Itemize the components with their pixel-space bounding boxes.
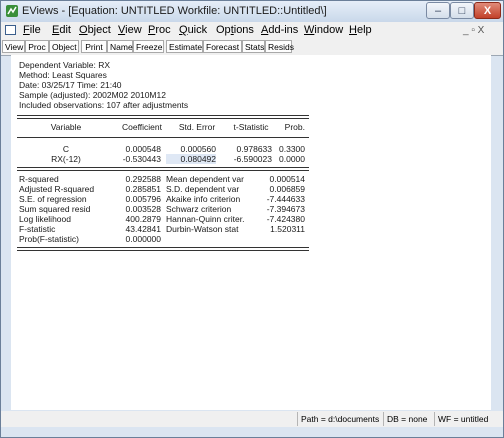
menu-file[interactable]: File — [23, 24, 41, 36]
coef-row-t-statistic: 0.978633 — [236, 144, 272, 154]
dependent-variable-line: Dependent Variable: RX — [19, 60, 111, 70]
stat-label: Hannan-Quinn criter. — [166, 214, 245, 224]
table-top-rule — [17, 115, 309, 119]
toolbar-resids-button[interactable]: Resids — [265, 40, 294, 53]
window-title: EViews - [Equation: UNTITLED Workfile: U… — [22, 5, 327, 17]
stat-value: 0.285851 — [125, 184, 161, 194]
stat-value: 1.520311 — [270, 224, 305, 234]
stat-label: Sum squared resid — [19, 204, 91, 214]
col-header-std-error: Std. Error — [178, 122, 216, 132]
menu-add-ins[interactable]: Add-ins — [261, 24, 298, 36]
stat-value: 0.292588 — [125, 174, 161, 184]
stat-label: Adjusted R-squared — [19, 184, 95, 194]
eviews-window: EViews - [Equation: UNTITLED Workfile: U… — [0, 0, 504, 438]
minimize-button[interactable]: – — [426, 2, 450, 19]
stat-value: 0.000000 — [125, 234, 161, 244]
table-mid-rule — [17, 167, 309, 171]
date-time-line: Date: 03/25/17 Time: 21:40 — [19, 80, 122, 90]
stat-label: Log likelihood — [19, 214, 71, 224]
menu-options[interactable]: Options — [216, 24, 254, 36]
stat-label: S.E. of regression — [19, 194, 87, 204]
sample-line: Sample (adjusted): 2002M02 2010M12 — [19, 90, 166, 100]
toolbar-freeze-button[interactable]: Freeze — [133, 40, 164, 53]
stat-label: Durbin-Watson stat — [166, 224, 239, 234]
close-button[interactable]: X — [474, 2, 501, 19]
toolbar-stats-button[interactable]: Stats — [242, 40, 265, 53]
toolbar-view-button[interactable]: View — [2, 40, 25, 53]
equation-toolbar: View Proc Object Print Name Freeze Estim… — [1, 39, 503, 56]
status-workfile: WF = untitled — [434, 412, 503, 426]
coef-row-std-error: 0.000560 — [180, 144, 216, 154]
table-bottom-rule — [17, 247, 309, 251]
stat-value: 0.005796 — [125, 194, 161, 204]
toolbar-name-button[interactable]: Name — [107, 40, 133, 53]
stat-label: Schwarz criterion — [166, 204, 232, 214]
method-line: Method: Least Squares — [19, 70, 107, 80]
window-bottom-border — [1, 427, 503, 437]
stat-label: S.D. dependent var — [166, 184, 240, 194]
observations-line: Included observations: 107 after adjustm… — [19, 100, 189, 110]
stat-label: Akaike info criterion — [166, 194, 241, 204]
stat-value: 0.003528 — [125, 204, 161, 214]
col-header-coefficient: Coefficient — [121, 122, 162, 132]
stat-label: R-squared — [19, 174, 59, 184]
stat-label: Prob(F-statistic) — [19, 234, 79, 244]
mdi-window-controls[interactable]: _ ▫ X — [463, 25, 484, 36]
toolbar-forecast-button[interactable]: Forecast — [203, 40, 242, 53]
col-header-prob: Prob. — [284, 122, 305, 132]
coef-row-coefficient: 0.000548 — [125, 144, 161, 154]
menu-bar: File Edit Object View Proc Quick Options… — [1, 22, 503, 40]
coef-row-coefficient: -0.530443 — [122, 154, 161, 164]
menu-object[interactable]: Object — [79, 24, 111, 36]
document-icon[interactable] — [5, 25, 16, 35]
menu-view[interactable]: View — [118, 24, 142, 36]
menu-quick[interactable]: Quick — [179, 24, 207, 36]
estimation-output-panel[interactable]: Dependent Variable: RX Method: Least Squ… — [11, 55, 491, 410]
col-header-variable: Variable — [50, 122, 82, 132]
coef-row-prob: 0.3300 — [279, 144, 305, 154]
menu-proc[interactable]: Proc — [148, 24, 171, 36]
maximize-button[interactable]: □ — [450, 2, 474, 19]
coef-row-variable: C — [62, 144, 70, 154]
toolbar-estimate-button[interactable]: Estimate — [166, 40, 203, 53]
coef-row-t-statistic: -6.590023 — [233, 154, 272, 164]
eviews-app-icon — [6, 5, 18, 17]
status-db: DB = none — [383, 412, 431, 426]
stat-value: -7.424380 — [266, 214, 305, 224]
coef-row-variable: RX(-12) — [51, 154, 81, 164]
col-header-t-statistic: t-Statistic — [233, 122, 269, 132]
stat-label: F-statistic — [19, 224, 56, 234]
stat-value: 43.42841 — [125, 224, 161, 234]
menu-window[interactable]: Window — [304, 24, 343, 36]
toolbar-object-button[interactable]: Object — [49, 40, 79, 53]
title-bar[interactable]: EViews - [Equation: UNTITLED Workfile: U… — [1, 1, 503, 22]
stat-value: 0.000514 — [269, 174, 305, 184]
header-rule — [17, 137, 309, 138]
status-bar: Path = d:\documents DB = none WF = untit… — [1, 411, 503, 427]
coef-row-prob: 0.0000 — [279, 154, 305, 164]
coef-row-std-error-selected[interactable]: 0.080492 — [166, 154, 216, 164]
close-icon: X — [483, 4, 492, 17]
toolbar-proc-button[interactable]: Proc — [25, 40, 49, 53]
stat-value: -7.444633 — [266, 194, 305, 204]
toolbar-print-button[interactable]: Print — [81, 40, 107, 53]
status-path: Path = d:\documents — [297, 412, 379, 426]
stat-label: Mean dependent var — [166, 174, 244, 184]
minimize-icon: – — [434, 4, 442, 17]
menu-help[interactable]: Help — [349, 24, 372, 36]
stat-value: 0.006859 — [269, 184, 305, 194]
stat-value: 400.2879 — [125, 214, 161, 224]
stat-value: -7.394673 — [266, 204, 305, 214]
menu-edit[interactable]: Edit — [52, 24, 71, 36]
maximize-icon: □ — [458, 4, 466, 17]
